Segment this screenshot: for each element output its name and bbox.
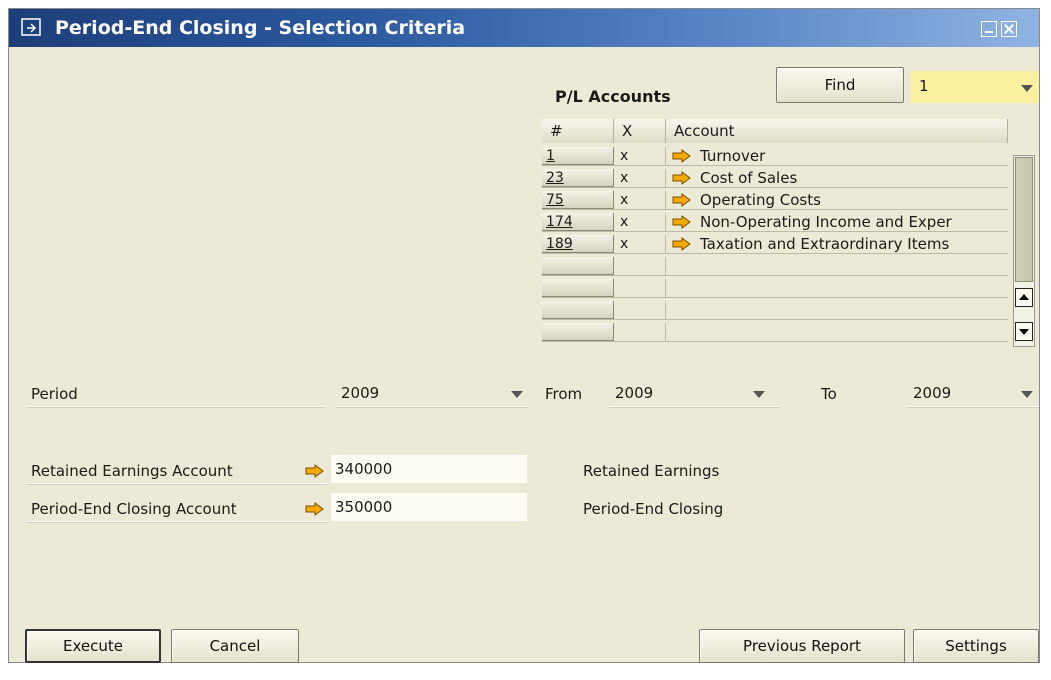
account-name: Cost of Sales xyxy=(700,169,798,187)
row-x-cell[interactable]: x xyxy=(614,169,666,187)
previous-report-button[interactable]: Previous Report xyxy=(699,629,905,663)
row-account-cell[interactable]: Non-Operating Income and Exper xyxy=(666,213,1008,231)
row-x-cell[interactable]: x xyxy=(614,191,666,209)
row-account-cell[interactable]: Turnover xyxy=(666,147,1008,165)
row-x-cell[interactable] xyxy=(614,279,666,297)
title-bar[interactable]: Period-End Closing - Selection Criteria xyxy=(9,9,1039,47)
row-x-cell[interactable]: x xyxy=(614,235,666,253)
row-number-cell[interactable] xyxy=(542,301,614,319)
form-icon xyxy=(21,18,41,36)
from-select[interactable]: 2009 xyxy=(609,382,779,407)
row-number-cell[interactable] xyxy=(542,279,614,297)
to-select[interactable]: 2009 xyxy=(907,382,1039,407)
account-name: Operating Costs xyxy=(700,191,821,209)
table-row[interactable]: 23 x Cost of Sales xyxy=(542,169,1008,188)
period-end-closing-name: Period-End Closing xyxy=(583,500,724,518)
table-body: 1 x Turnover 23 x Cost of Sales 75 x Operating C… xyxy=(542,147,1008,347)
column-header-account[interactable]: Account xyxy=(666,119,1008,143)
row-account-cell[interactable]: Cost of Sales xyxy=(666,169,1008,187)
table-row[interactable] xyxy=(542,301,1008,320)
row-number-cell[interactable]: 174 xyxy=(542,213,614,231)
retained-earnings-name: Retained Earnings xyxy=(583,462,720,480)
row-x-cell[interactable]: x xyxy=(614,213,666,231)
from-label: From xyxy=(545,385,583,403)
to-label: To xyxy=(821,385,837,403)
row-number-cell[interactable] xyxy=(542,323,614,341)
scrollbar-thumb[interactable] xyxy=(1015,157,1033,282)
to-value: 2009 xyxy=(913,384,952,402)
chevron-down-icon[interactable] xyxy=(753,391,765,398)
row-number-cell[interactable] xyxy=(542,257,614,275)
account-name: Non-Operating Income and Exper xyxy=(700,213,952,231)
row-number-cell[interactable]: 75 xyxy=(542,191,614,209)
row-x-cell[interactable] xyxy=(614,257,666,275)
execute-button[interactable]: Execute xyxy=(25,629,161,663)
row-account-cell[interactable]: Taxation and Extraordinary Items xyxy=(666,235,1008,253)
settings-button[interactable]: Settings xyxy=(913,629,1039,663)
row-x-cell[interactable] xyxy=(614,301,666,319)
scroll-down-icon[interactable] xyxy=(1015,322,1033,341)
table-scrollbar[interactable] xyxy=(1013,155,1035,347)
column-header-x[interactable]: X xyxy=(614,119,666,143)
link-arrow-icon[interactable] xyxy=(672,171,692,185)
link-arrow-icon[interactable] xyxy=(305,502,325,516)
row-account-cell[interactable] xyxy=(666,257,1008,275)
table-row[interactable]: 174 x Non-Operating Income and Exper xyxy=(542,213,1008,232)
find-button[interactable]: Find xyxy=(776,67,904,103)
row-x-cell[interactable] xyxy=(614,323,666,341)
link-arrow-icon[interactable] xyxy=(672,193,692,207)
minimize-icon[interactable] xyxy=(981,21,997,37)
link-arrow-icon[interactable] xyxy=(672,149,692,163)
retained-label-underline xyxy=(27,459,327,484)
row-account-cell[interactable] xyxy=(666,323,1008,341)
account-name: Taxation and Extraordinary Items xyxy=(700,235,950,253)
period-value: 2009 xyxy=(341,384,380,402)
table-row[interactable] xyxy=(542,279,1008,298)
chevron-down-icon[interactable] xyxy=(1021,391,1033,398)
period-select[interactable]: 2009 xyxy=(335,382,529,407)
table-row[interactable]: 189 x Taxation and Extraordinary Items xyxy=(542,235,1008,254)
period-end-closing-account-input[interactable]: 350000 xyxy=(331,493,527,521)
chevron-down-icon[interactable] xyxy=(1021,85,1033,92)
row-number-cell[interactable]: 189 xyxy=(542,235,614,253)
table-row[interactable]: 1 x Turnover xyxy=(542,147,1008,166)
row-account-cell[interactable]: Operating Costs xyxy=(666,191,1008,209)
from-value: 2009 xyxy=(615,384,654,402)
period-label-underline xyxy=(27,382,325,407)
period-end-closing-window: Period-End Closing - Selection Criteria … xyxy=(8,8,1040,663)
window-title: Period-End Closing - Selection Criteria xyxy=(55,17,466,39)
row-account-cell[interactable] xyxy=(666,301,1008,319)
table-row[interactable] xyxy=(542,323,1008,342)
row-number-cell[interactable]: 1 xyxy=(542,147,614,165)
find-field[interactable]: 1 xyxy=(911,71,1039,103)
row-number-cell[interactable]: 23 xyxy=(542,169,614,187)
chevron-down-icon[interactable] xyxy=(511,391,523,398)
scroll-up-icon[interactable] xyxy=(1015,288,1033,307)
pl-accounts-heading: P/L Accounts xyxy=(555,87,671,106)
cancel-button[interactable]: Cancel xyxy=(171,629,299,663)
find-value: 1 xyxy=(919,77,929,95)
retained-earnings-account-input[interactable]: 340000 xyxy=(331,455,527,483)
closing-label-underline xyxy=(27,497,327,522)
row-account-cell[interactable] xyxy=(666,279,1008,297)
column-header-number[interactable]: # xyxy=(542,119,614,143)
close-icon[interactable] xyxy=(1001,21,1017,37)
link-arrow-icon[interactable] xyxy=(672,237,692,251)
link-arrow-icon[interactable] xyxy=(672,215,692,229)
row-x-cell[interactable]: x xyxy=(614,147,666,165)
table-row[interactable] xyxy=(542,257,1008,276)
account-name: Turnover xyxy=(700,147,766,165)
table-row[interactable]: 75 x Operating Costs xyxy=(542,191,1008,210)
link-arrow-icon[interactable] xyxy=(305,464,325,478)
